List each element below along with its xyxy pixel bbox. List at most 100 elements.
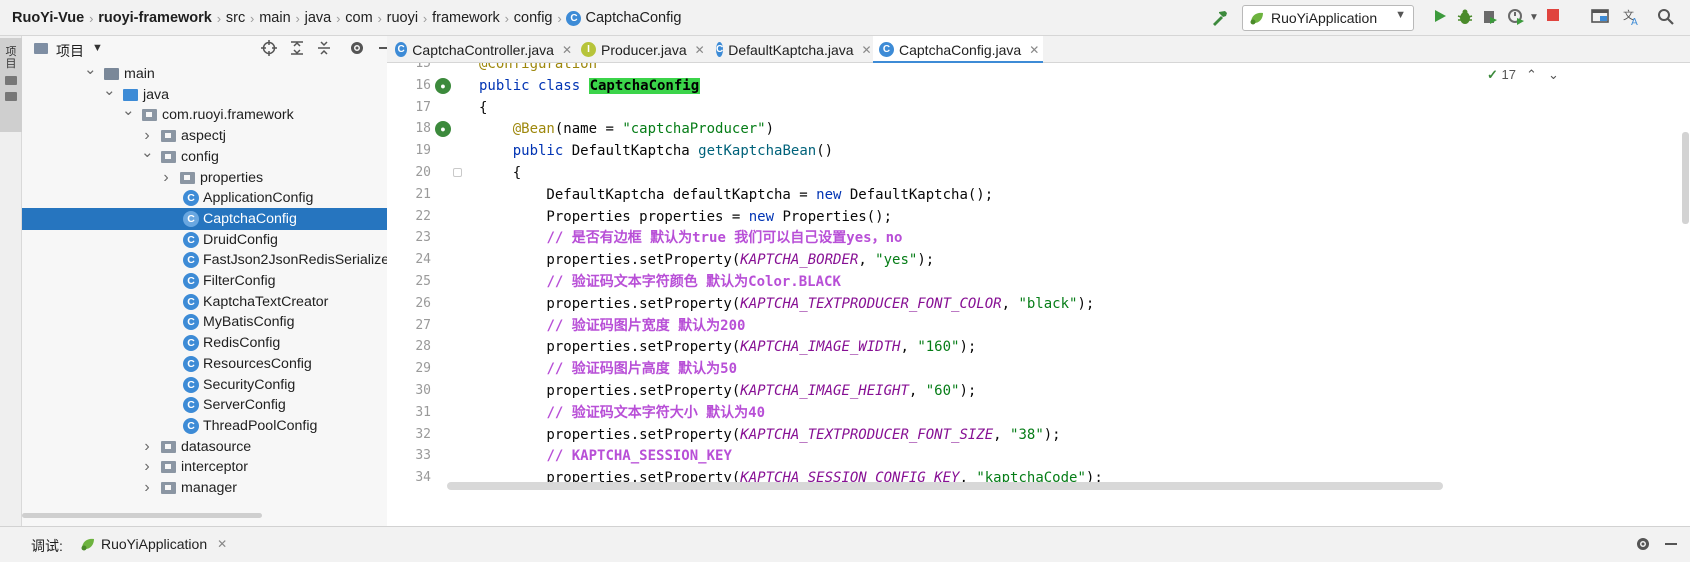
run-configuration-select[interactable]: RuoYiApplication ▼ [1242,5,1414,31]
close-icon[interactable]: ✕ [862,43,872,57]
translate-icon[interactable]: 文A [1622,8,1642,28]
chevron-right-icon[interactable]: › [141,436,153,458]
settings-icon[interactable] [348,40,366,58]
code-line[interactable]: { [479,162,521,184]
debug-icon[interactable] [1455,8,1475,28]
stop-icon[interactable] [1543,8,1563,28]
code-line[interactable]: // 验证码图片宽度 默认为200 [479,315,745,337]
chevron-right-icon[interactable]: › [141,477,153,499]
breadcrumb-item[interactable]: com [345,10,372,26]
chevron-down-icon[interactable]: ⌄ [122,103,135,126]
locate-icon[interactable] [260,40,278,58]
tree-item[interactable]: C SecurityConfig [22,374,408,396]
tree-item[interactable]: C DruidConfig [22,229,408,251]
search-icon[interactable] [1655,8,1675,28]
code-line[interactable]: public DefaultKaptcha getKaptchaBean() [479,140,833,162]
tree-item[interactable]: C RedisConfig [22,332,408,354]
tree-item[interactable]: › manager [22,477,408,499]
code-line[interactable]: @Configuration [479,63,597,75]
code-line[interactable]: properties.setProperty(KAPTCHA_BORDER, "… [479,249,934,271]
code-line[interactable]: // 是否有边框 默认为true 我们可以自己设置yes，no [479,227,902,249]
code-line[interactable]: properties.setProperty(KAPTCHA_IMAGE_HEI… [479,380,976,402]
breadcrumb-item[interactable]: ruoyi-framework [98,10,212,26]
profile-icon[interactable] [1506,8,1526,28]
chevron-down-icon[interactable]: ⌄ [103,83,116,106]
collapse-all-icon[interactable] [315,40,333,58]
tree-item[interactable]: › interceptor [22,456,408,478]
code-line[interactable]: properties.setProperty(KAPTCHA_TEXTPRODU… [479,293,1094,315]
tree-item[interactable]: ⌄ config [22,145,408,168]
tree-item[interactable]: › aspectj [22,125,408,147]
breadcrumb-item[interactable]: CaptchaConfig [585,10,681,26]
editor-tab[interactable]: C CaptchaConfig.java ✕ [873,36,1043,64]
chevron-right-icon[interactable]: › [141,456,153,478]
close-icon[interactable]: ✕ [217,537,227,551]
editor-horizontal-scrollbar[interactable] [447,482,1443,490]
settings-icon[interactable] [1634,536,1652,554]
coverage-icon[interactable] [1480,8,1500,28]
chevron-right-icon[interactable]: › [160,167,172,189]
tree-item[interactable]: ⌄ main [22,63,408,85]
tree-item[interactable]: C ApplicationConfig [22,187,408,209]
code-line[interactable]: properties.setProperty(KAPTCHA_TEXTPRODU… [479,424,1060,446]
breadcrumb-item[interactable]: RuoYi-Vue [12,10,84,26]
breadcrumb-item[interactable]: ruoyi [387,10,418,26]
spring-bean-icon[interactable]: ● [435,121,451,138]
code-line[interactable]: { [479,97,487,119]
code-line[interactable]: // 验证码文本字符颜色 默认为Color.BLACK [479,271,840,293]
debug-session-tab[interactable]: RuoYiApplication ✕ [80,531,227,557]
tree-item-label: FilterConfig [203,273,276,289]
breadcrumb-item[interactable]: config [514,10,553,26]
code-line[interactable]: // 验证码图片高度 默认为50 [479,358,737,380]
editor-tab[interactable]: C DefaultKaptcha.java ✕ [710,36,872,63]
code-line[interactable]: properties.setProperty(KAPTCHA_IMAGE_WID… [479,336,976,358]
chevron-down-icon[interactable]: ⌄ [84,63,97,85]
breadcrumb-item[interactable]: framework [432,10,500,26]
code-line[interactable]: // KAPTCHA_SESSION_KEY [479,445,731,467]
close-icon[interactable]: ✕ [1029,43,1039,57]
tree-item[interactable]: C MyBatisConfig [22,311,408,333]
tree-item[interactable]: C FilterConfig [22,270,408,292]
tree-item[interactable]: C CaptchaConfig [22,207,408,230]
editor-tab[interactable]: I Producer.java ✕ [575,36,707,63]
chevron-down-icon[interactable]: ▼ [92,42,103,54]
minimize-icon[interactable] [1662,536,1680,554]
tree-item[interactable]: › properties [22,167,408,189]
tree-item[interactable]: C ResourcesConfig [22,353,408,375]
code-line[interactable]: public class CaptchaConfig [479,75,701,97]
spring-bean-icon[interactable]: ● [435,77,451,94]
code-line[interactable]: DefaultKaptcha defaultKaptcha = new Defa… [479,184,993,206]
fold-marker-icon[interactable] [453,168,462,177]
window-icon[interactable] [1590,8,1610,28]
code-line[interactable]: // 验证码文本字符大小 默认为40 [479,402,765,424]
breadcrumb-item[interactable]: main [259,10,290,26]
tree-item[interactable]: C ServerConfig [22,394,408,416]
tree-item[interactable]: C ThreadPoolConfig [22,415,408,437]
run-icon[interactable] [1430,8,1450,28]
next-highlight-icon[interactable]: ⌄ [1548,67,1559,85]
tree-item[interactable]: ⌄ com.ruoyi.framework [22,103,408,126]
close-icon[interactable]: ✕ [695,43,705,57]
project-tree-horizontal-scrollbar[interactable] [22,513,262,518]
tree-item[interactable]: › datasource [22,436,408,458]
tree-item[interactable]: C KaptchaTextCreator [22,291,408,313]
expand-all-icon[interactable] [288,40,306,58]
inspection-widget[interactable]: ✓ 17 [1487,67,1516,85]
code-line[interactable]: Properties properties = new Properties()… [479,206,892,228]
project-pane-title[interactable]: 项目 [56,41,84,61]
tree-item[interactable]: C FastJson2JsonRedisSerializer [22,249,408,271]
chevron-down-icon[interactable]: ⌄ [141,145,154,168]
close-icon[interactable]: ✕ [562,43,572,57]
hammer-icon[interactable] [1210,8,1230,28]
code-area[interactable]: @Configuration public class CaptchaConfig… [479,63,1690,526]
code-line[interactable]: @Bean(name = "captchaProducer") [479,118,774,140]
previous-highlight-icon[interactable]: ⌃ [1526,67,1537,85]
breadcrumb-item[interactable]: src [226,10,245,26]
breadcrumb-item[interactable]: java [305,10,332,26]
editor-tab[interactable]: C CaptchaController.java ✕ [389,36,572,63]
editor-vertical-scrollbar[interactable] [1682,132,1689,224]
tree-item[interactable]: ⌄ java [22,83,408,106]
more-icon[interactable]: ▼ [1524,8,1544,28]
code-editor[interactable]: 15 16 17 18 19 20 21 22 23 24 25 26 27 28 29 30 31 32 33 34… [387,63,1690,526]
project-tool-tab[interactable]: 项目 [0,38,22,132]
